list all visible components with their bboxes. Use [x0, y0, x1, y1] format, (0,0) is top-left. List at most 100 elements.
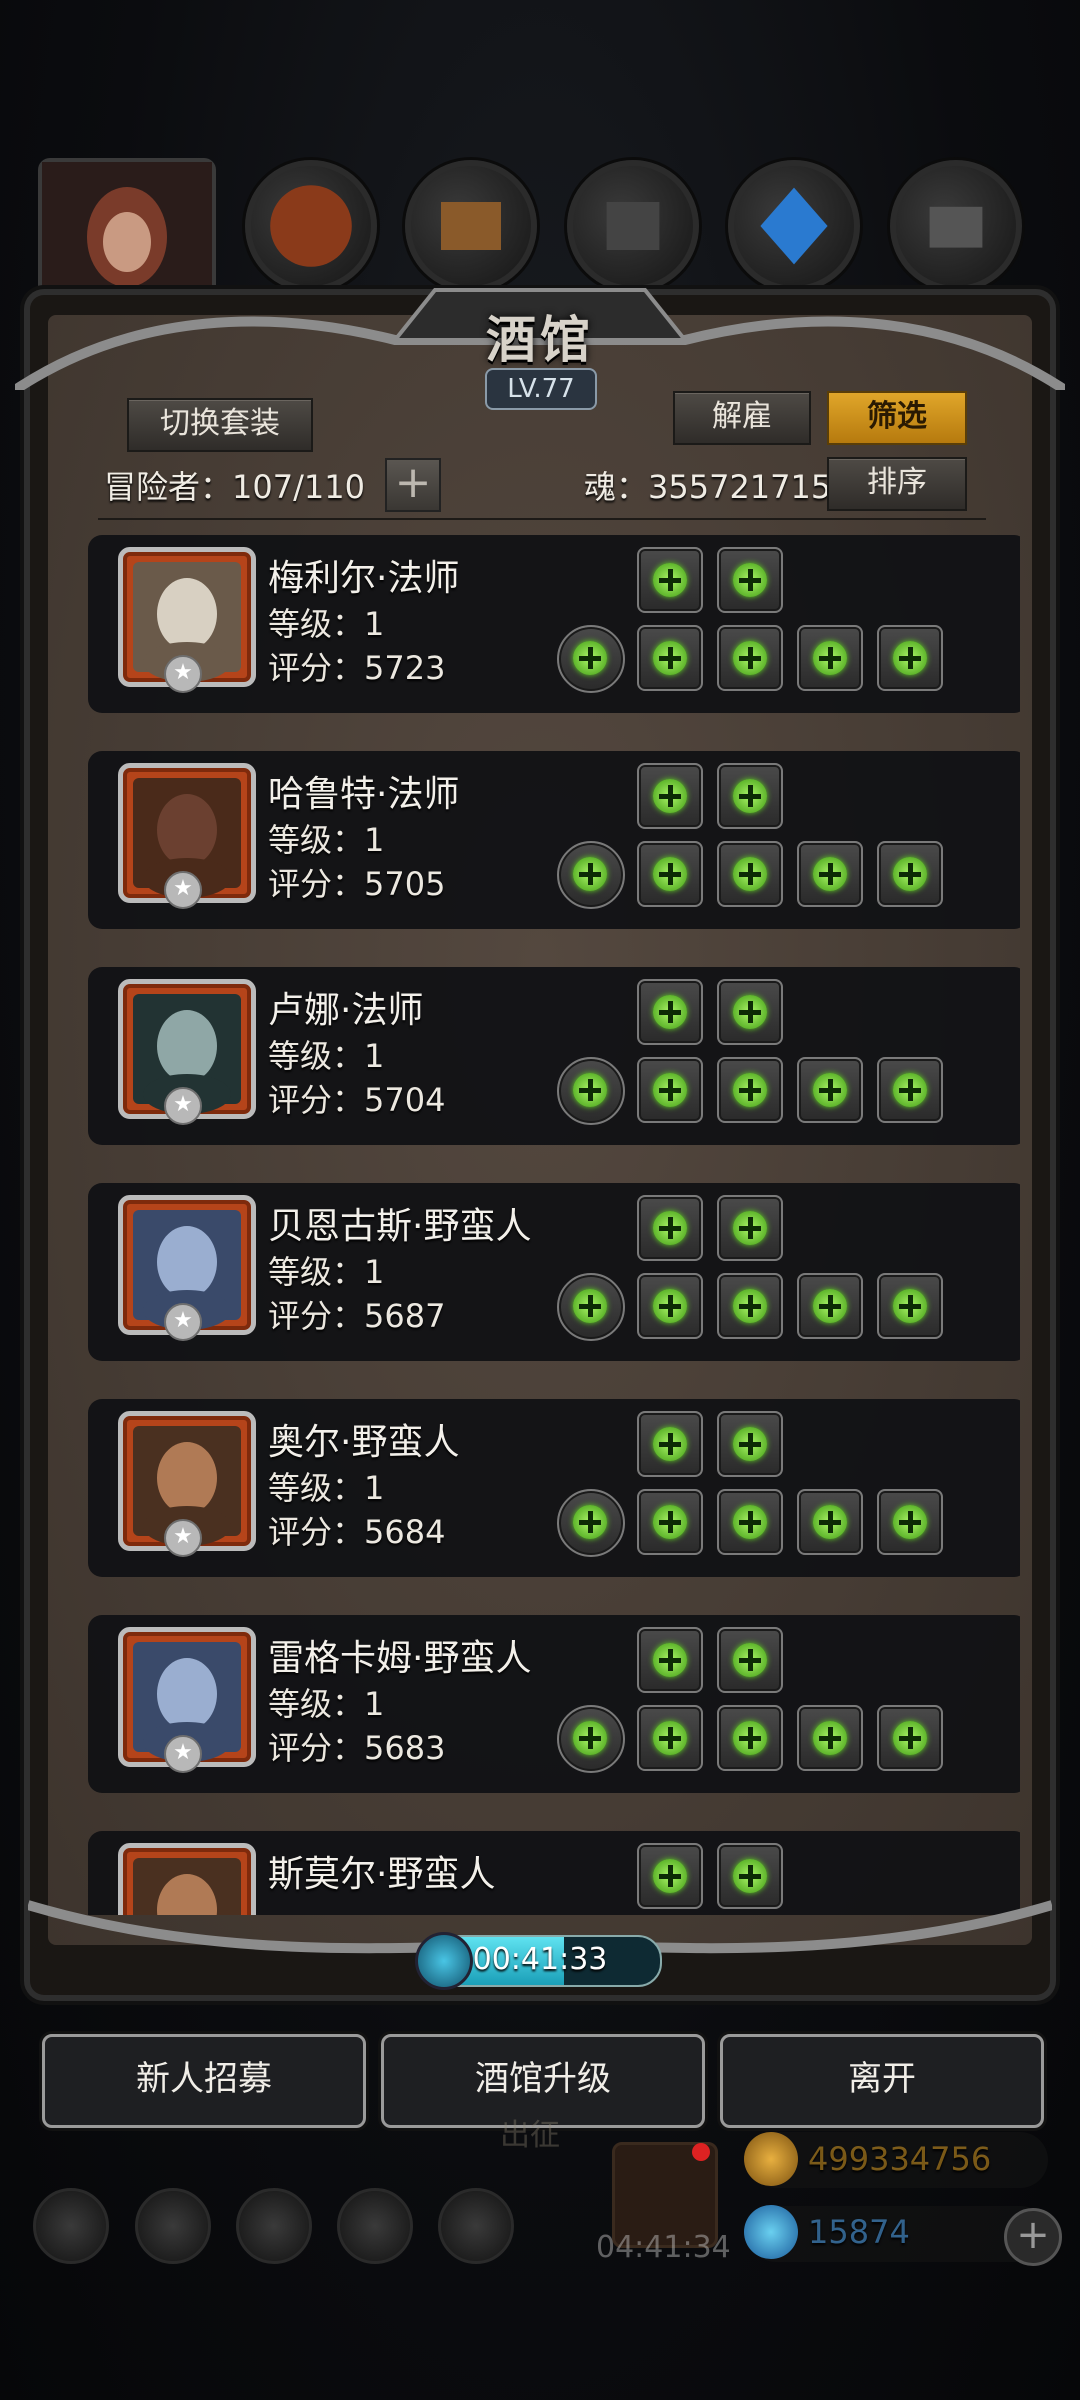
hero-card[interactable]: ★ 雷格卡姆·野蛮人 等级：1 评分：5683	[88, 1615, 1020, 1793]
equip-slot-weapon[interactable]	[637, 841, 703, 907]
equip-slot-helmet[interactable]	[637, 547, 703, 613]
hero-card[interactable]: ★ 卢娜·法师 等级：1 评分：5704	[88, 967, 1020, 1145]
green-plus-icon	[653, 1643, 687, 1677]
dismiss-button[interactable]: 解雇	[673, 391, 811, 445]
guild-icon[interactable]	[438, 2188, 514, 2264]
expand-capacity-button[interactable]: +	[385, 458, 441, 512]
green-plus-icon	[573, 1073, 607, 1107]
mail-icon[interactable]	[337, 2188, 413, 2264]
green-plus-icon	[653, 1073, 687, 1107]
equip-slot-gloves[interactable]	[797, 1057, 863, 1123]
equip-slot-armor[interactable]	[717, 1705, 783, 1771]
hero-score: 评分：5723	[268, 649, 446, 687]
equip-slot-armor[interactable]	[717, 1057, 783, 1123]
equip-slot-boots[interactable]	[877, 1489, 943, 1555]
equip-slot-helmet[interactable]	[245, 160, 377, 292]
equip-slot-gloves[interactable]	[567, 160, 699, 292]
player-portrait[interactable]	[38, 158, 216, 316]
equip-slot-ring[interactable]	[557, 625, 625, 693]
hero-card[interactable]: ★ 贝恩古斯·野蛮人 等级：1 评分：5687	[88, 1183, 1020, 1361]
equip-slot-gem[interactable]	[728, 160, 860, 292]
equip-slot-helmet[interactable]	[637, 1411, 703, 1477]
adventurer-count: 冒险者：107/110	[104, 468, 365, 506]
equip-slot-ring[interactable]	[557, 1057, 625, 1125]
equip-slot-necklace[interactable]	[717, 547, 783, 613]
green-plus-icon	[813, 641, 847, 675]
equip-slot-armor[interactable]	[405, 160, 537, 292]
add-currency-button[interactable]: +	[1004, 2208, 1062, 2266]
hero-name: 雷格卡姆·野蛮人	[268, 1638, 532, 1679]
equip-slot-ring[interactable]	[557, 841, 625, 909]
leave-button[interactable]: 离开	[720, 2034, 1044, 2128]
filter-button[interactable]: 筛选	[827, 391, 967, 445]
star-icon: ★	[164, 1519, 202, 1557]
equip-slot-necklace[interactable]	[717, 1195, 783, 1261]
equip-slot-boots[interactable]	[877, 1057, 943, 1123]
equip-slot-helmet[interactable]	[637, 979, 703, 1045]
inventory-icon[interactable]	[236, 2188, 312, 2264]
equip-slot-boots[interactable]	[890, 160, 1022, 292]
soul-count: 魂：355721715	[584, 468, 832, 506]
equip-slot-ring[interactable]	[557, 1705, 625, 1773]
green-plus-icon	[653, 1289, 687, 1323]
armor-icon	[441, 202, 501, 250]
green-plus-icon	[813, 1505, 847, 1539]
hero-score: 评分：5684	[268, 1513, 446, 1551]
equip-slot-boots[interactable]	[877, 1273, 943, 1339]
equip-slot-weapon[interactable]	[637, 1273, 703, 1339]
equip-slot-armor[interactable]	[717, 625, 783, 691]
sort-button[interactable]: 排序	[827, 457, 967, 511]
equip-slot-ring[interactable]	[557, 1273, 625, 1341]
green-plus-icon	[653, 995, 687, 1029]
star-icon: ★	[164, 655, 202, 693]
equip-slot-gloves[interactable]	[797, 625, 863, 691]
hero-name: 梅利尔·法师	[268, 558, 460, 599]
equip-slot-necklace[interactable]	[717, 1627, 783, 1693]
equip-slot-helmet[interactable]	[637, 1195, 703, 1261]
green-plus-icon	[733, 1289, 767, 1323]
equip-slot-helmet[interactable]	[637, 1627, 703, 1693]
green-plus-icon	[733, 1427, 767, 1461]
hero-card[interactable]: ★ 梅利尔·法师 等级：1 评分：5723	[88, 535, 1020, 713]
green-plus-icon	[733, 641, 767, 675]
equip-slot-boots[interactable]	[877, 1705, 943, 1771]
achievement-icon[interactable]	[135, 2188, 211, 2264]
equip-slot-boots[interactable]	[877, 625, 943, 691]
hero-card[interactable]: ★ 奥尔·野蛮人 等级：1 评分：5684	[88, 1399, 1020, 1577]
equip-slot-gloves[interactable]	[797, 841, 863, 907]
green-plus-icon	[653, 641, 687, 675]
green-plus-icon	[653, 779, 687, 813]
equip-slot-weapon[interactable]	[637, 1705, 703, 1771]
equip-slot-gloves[interactable]	[797, 1705, 863, 1771]
hero-card[interactable]: ★ 哈鲁特·法师 等级：1 评分：5705	[88, 751, 1020, 929]
switch-outfit-button[interactable]: 切换套装	[127, 398, 313, 452]
equip-slot-weapon[interactable]	[637, 1057, 703, 1123]
recruit-button[interactable]: 新人招募	[42, 2034, 366, 2128]
equip-slot-armor[interactable]	[717, 841, 783, 907]
panel-title: 酒馆	[486, 310, 594, 369]
green-plus-icon	[573, 1721, 607, 1755]
equip-slot-weapon[interactable]	[637, 1489, 703, 1555]
equip-slot-necklace[interactable]	[717, 979, 783, 1045]
equip-slot-weapon[interactable]	[637, 625, 703, 691]
green-plus-icon	[653, 563, 687, 597]
settings-icon[interactable]	[33, 2188, 109, 2264]
notification-dot	[692, 2143, 710, 2161]
equip-slot-necklace[interactable]	[717, 1411, 783, 1477]
gem-amount: 15874	[808, 2213, 910, 2251]
green-plus-icon	[733, 1859, 767, 1893]
equip-slot-necklace[interactable]	[717, 763, 783, 829]
hero-list[interactable]: ★ 梅利尔·法师 等级：1 评分：5723 ★ 哈鲁特·法师 等级：1 评分：5705 ★ 卢娜·…	[60, 535, 1020, 1915]
equip-slot-gloves[interactable]	[797, 1273, 863, 1339]
equip-slot-helmet[interactable]	[637, 763, 703, 829]
green-plus-icon	[893, 857, 927, 891]
equip-slot-armor[interactable]	[717, 1273, 783, 1339]
green-plus-icon	[893, 1289, 927, 1323]
equip-slot-boots[interactable]	[877, 841, 943, 907]
equip-slot-gloves[interactable]	[797, 1489, 863, 1555]
equip-slot-ring[interactable]	[557, 1489, 625, 1557]
green-plus-icon	[653, 1427, 687, 1461]
equip-slot-armor[interactable]	[717, 1489, 783, 1555]
hero-level: 等级：1	[268, 1469, 385, 1507]
clock-icon	[415, 1932, 473, 1990]
